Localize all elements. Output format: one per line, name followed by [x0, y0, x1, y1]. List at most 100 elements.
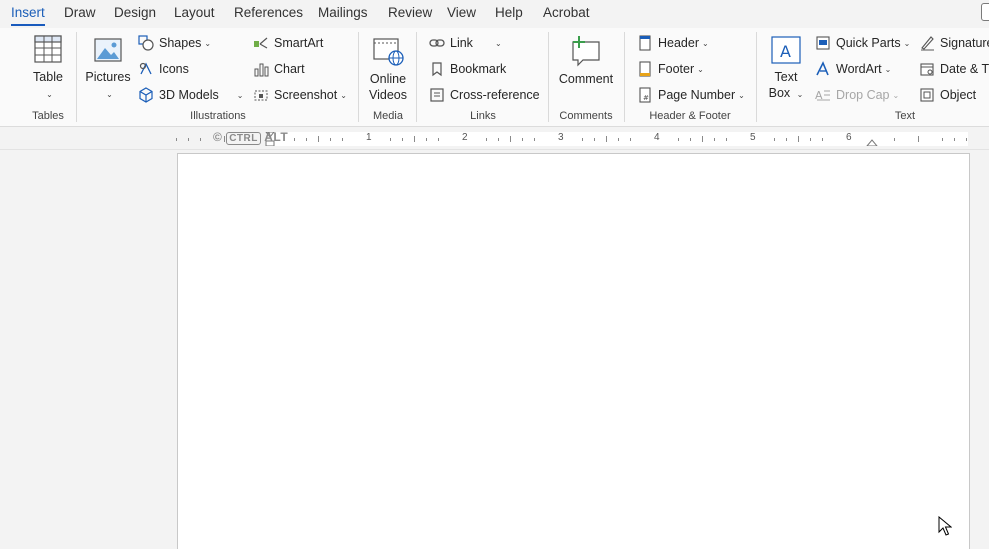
- ruler-tick: [894, 138, 895, 141]
- document-page[interactable]: [177, 153, 970, 549]
- document-canvas: [0, 151, 989, 549]
- chart-button[interactable]: Chart: [253, 59, 305, 79]
- tab-help[interactable]: Help: [495, 5, 523, 20]
- group-label-tables: Tables: [32, 110, 64, 122]
- page-number-button[interactable]: # Page Number ⌄: [637, 85, 745, 105]
- chart-label: Chart: [274, 62, 305, 76]
- tab-design[interactable]: Design: [114, 5, 156, 20]
- group-label-comments: Comments: [559, 110, 613, 122]
- 3d-models-button[interactable]: 3D Models ⌄: [138, 85, 243, 105]
- object-button[interactable]: Object: [919, 85, 976, 105]
- tab-mailings[interactable]: Mailings: [318, 5, 368, 20]
- tab-draw[interactable]: Draw: [64, 5, 96, 20]
- footer-label: Footer: [658, 62, 695, 76]
- signature-line-button[interactable]: Signature: [919, 33, 989, 53]
- group-separator: [358, 32, 359, 122]
- chevron-down-icon: ⌄: [738, 90, 745, 100]
- table-button[interactable]: Table ⌄: [30, 34, 66, 103]
- group-separator: [624, 32, 625, 122]
- ribbon-tabs: Insert Draw Design Layout References Mai…: [0, 0, 989, 28]
- comment-button[interactable]: Comment: [556, 34, 616, 87]
- group-label-text: Text: [894, 110, 916, 122]
- ruler-number: 1: [366, 132, 372, 143]
- shapes-icon: [138, 35, 154, 51]
- text-box-label-line1: Text: [774, 70, 798, 84]
- group-label-links: Links: [470, 110, 496, 122]
- tab-view[interactable]: View: [447, 5, 476, 20]
- right-indent-marker[interactable]: [866, 138, 878, 146]
- ruler-tick: [726, 138, 727, 141]
- footer-button[interactable]: Footer ⌄: [637, 59, 704, 79]
- ruler-tick: [330, 138, 331, 141]
- header-icon: [639, 35, 651, 51]
- tab-review[interactable]: Review: [388, 5, 432, 20]
- ruler-tick: [966, 138, 967, 141]
- shapes-button[interactable]: Shapes ⌄: [138, 33, 211, 53]
- ruler-tick: [486, 138, 487, 141]
- ribbon-display-options-button[interactable]: [981, 3, 989, 21]
- ruler-tick: [426, 138, 427, 141]
- date-time-label: Date & Ti: [940, 62, 989, 76]
- ruler-tick: [414, 136, 415, 142]
- chevron-down-icon[interactable]: ⌄: [237, 91, 244, 100]
- table-icon: [34, 35, 62, 63]
- ruler-number: 5: [750, 132, 756, 143]
- tab-insert[interactable]: Insert: [11, 5, 45, 20]
- ruler-tick: [522, 138, 523, 141]
- wordart-button[interactable]: WordArt ⌄: [815, 59, 891, 79]
- ruler-tick: [774, 138, 775, 141]
- object-icon: [920, 88, 934, 102]
- tab-layout[interactable]: Layout: [174, 5, 215, 20]
- screenshot-button[interactable]: Screenshot ⌄: [253, 85, 347, 105]
- group-label-illustrations: Illustrations: [190, 110, 246, 122]
- ruler-tick: [954, 138, 955, 141]
- horizontal-ruler[interactable]: 1 2 3 4 5 6: [176, 132, 976, 146]
- tab-acrobat[interactable]: Acrobat: [543, 5, 590, 20]
- chevron-down-icon: ⌄: [204, 38, 212, 48]
- icons-label: Icons: [159, 62, 189, 76]
- bookmark-button[interactable]: Bookmark: [429, 59, 506, 79]
- online-videos-button[interactable]: Online Videos: [366, 34, 410, 103]
- cross-reference-button[interactable]: Cross-reference: [429, 85, 540, 105]
- group-separator: [756, 32, 757, 122]
- ruler-tick: [188, 138, 189, 141]
- screenshot-label: Screenshot: [274, 88, 338, 102]
- ruler-tick: [714, 138, 715, 141]
- ruler-tick: [438, 138, 439, 141]
- pictures-button[interactable]: Pictures ⌄: [84, 34, 132, 103]
- table-label: Table: [33, 70, 63, 84]
- group-label-header-footer: Header & Footer: [649, 110, 731, 122]
- text-box-button[interactable]: A Text Box ⌄: [766, 34, 806, 103]
- ruler-tick: [390, 138, 391, 141]
- pictures-label: Pictures: [85, 70, 131, 84]
- chevron-down-icon: ⌄: [892, 90, 900, 100]
- chevron-down-icon: ⌄: [884, 64, 892, 74]
- ruler-tick: [822, 138, 823, 141]
- active-tab-indicator: [11, 24, 45, 26]
- chevron-down-icon[interactable]: ⌄: [495, 39, 502, 48]
- date-time-button[interactable]: Date & Ti: [919, 59, 989, 79]
- tab-references[interactable]: References: [234, 5, 303, 20]
- drop-cap-button[interactable]: A Drop Cap ⌄: [815, 85, 899, 105]
- wordart-icon: [816, 61, 829, 76]
- link-button[interactable]: Link ⌄: [429, 33, 502, 53]
- ruler-tick: [176, 138, 177, 141]
- ruler-tick: [786, 138, 787, 141]
- chevron-down-icon: ⌄: [340, 90, 347, 100]
- quick-parts-button[interactable]: Quick Parts ⌄: [815, 33, 910, 53]
- icons-button[interactable]: Icons: [138, 59, 189, 79]
- ruler-tick: [678, 138, 679, 141]
- smartart-button[interactable]: SmartArt: [253, 33, 323, 53]
- icons-icon: [139, 62, 152, 75]
- header-button[interactable]: Header ⌄: [637, 33, 709, 53]
- online-video-icon: [373, 38, 404, 66]
- chevron-down-icon: ⌄: [903, 38, 911, 48]
- ruler-tick: [306, 138, 307, 141]
- ruler-tick: [810, 138, 811, 141]
- chevron-down-icon: ⌄: [702, 38, 709, 48]
- ctrl-alt-watermark: © CTRL ALT: [213, 130, 288, 145]
- ruler-number: 6: [846, 132, 852, 143]
- smartart-label: SmartArt: [274, 36, 324, 50]
- cross-reference-label: Cross-reference: [450, 88, 540, 102]
- ruler-tick: [630, 138, 631, 141]
